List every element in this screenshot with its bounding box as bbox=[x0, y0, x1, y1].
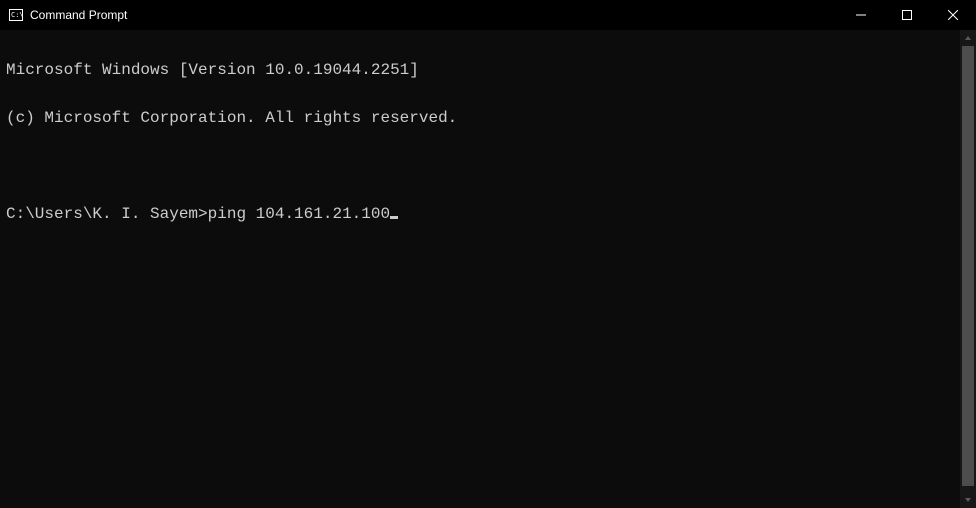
scroll-down-button[interactable] bbox=[960, 492, 976, 508]
vertical-scrollbar[interactable] bbox=[960, 30, 976, 508]
client-area: Microsoft Windows [Version 10.0.19044.22… bbox=[0, 30, 976, 508]
terminal-line: (c) Microsoft Corporation. All rights re… bbox=[6, 110, 960, 126]
scroll-up-button[interactable] bbox=[960, 30, 976, 46]
minimize-button[interactable] bbox=[838, 0, 884, 30]
terminal-line bbox=[6, 158, 960, 174]
terminal-prompt-line: C:\Users\K. I. Sayem>ping 104.161.21.100 bbox=[6, 206, 960, 222]
prompt-path: C:\Users\K. I. Sayem> bbox=[6, 205, 208, 223]
app-icon: C:\ bbox=[8, 7, 24, 23]
svg-text:C:\: C:\ bbox=[11, 11, 24, 19]
text-cursor bbox=[390, 216, 398, 219]
scroll-thumb[interactable] bbox=[962, 46, 974, 486]
terminal-line: Microsoft Windows [Version 10.0.19044.22… bbox=[6, 62, 960, 78]
command-prompt-window: C:\ Command Prompt Microsoft Windows [Ve… bbox=[0, 0, 976, 508]
titlebar[interactable]: C:\ Command Prompt bbox=[0, 0, 976, 30]
window-title: Command Prompt bbox=[30, 8, 127, 22]
maximize-button[interactable] bbox=[884, 0, 930, 30]
terminal-output[interactable]: Microsoft Windows [Version 10.0.19044.22… bbox=[0, 30, 960, 508]
window-controls bbox=[838, 0, 976, 30]
close-button[interactable] bbox=[930, 0, 976, 30]
typed-command: ping 104.161.21.100 bbox=[208, 205, 390, 223]
